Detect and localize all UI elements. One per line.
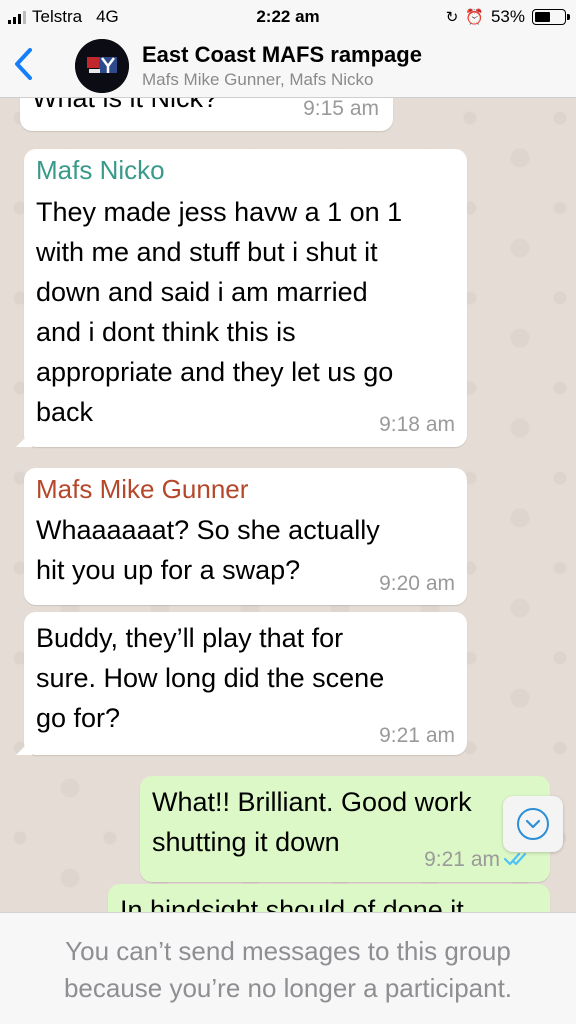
rotation-lock-icon: ↻ bbox=[445, 9, 459, 26]
message-bubble[interactable]: Buddy, they’ll play that for sure. How l… bbox=[24, 612, 467, 755]
double-check-read-icon bbox=[504, 852, 527, 866]
message-time: 9:21 am bbox=[379, 724, 455, 747]
message-bubble[interactable]: Mafs Mike Gunner Whaaaaaat? So she actua… bbox=[24, 468, 467, 605]
back-button[interactable] bbox=[8, 44, 42, 84]
message-time: 9:20 am bbox=[379, 572, 455, 595]
battery-percent: 53% bbox=[490, 7, 525, 26]
not-participant-notice: You can’t send messages to this group be… bbox=[63, 936, 513, 1003]
group-avatar[interactable] bbox=[75, 39, 129, 93]
chevron-left-icon bbox=[15, 48, 32, 80]
message-sender: Mafs Mike Gunner bbox=[36, 474, 249, 504]
status-right: ↻ ⏰ 53% bbox=[445, 7, 570, 27]
battery-fill bbox=[535, 12, 550, 22]
message-bubble-outgoing[interactable]: What!! Brilliant. Good work shutting it … bbox=[140, 776, 550, 882]
message-text: They made jess havw a 1 on 1 with me and… bbox=[36, 197, 403, 427]
message-text: In hindsight should of done it bbox=[120, 895, 464, 912]
group-title[interactable]: East Coast MAFS rampage bbox=[142, 42, 422, 68]
message-time: 9:18 am bbox=[379, 413, 455, 436]
message-bubble-outgoing[interactable]: In hindsight should of done it bbox=[108, 884, 550, 912]
group-members[interactable]: Mafs Mike Gunner, Mafs Nicko bbox=[142, 70, 373, 90]
message-time: 9:15 am bbox=[303, 98, 379, 120]
chat-header: East Coast MAFS rampage Mafs Mike Gunner… bbox=[0, 34, 576, 98]
message-text: What is it Nick? bbox=[32, 98, 219, 113]
alarm-icon: ⏰ bbox=[465, 9, 484, 26]
group-logo-image bbox=[75, 39, 129, 93]
status-bar: Telstra 4G 2:22 am ↻ ⏰ 53% bbox=[0, 0, 576, 34]
message-time: 9:21 am bbox=[424, 848, 500, 871]
chevron-down-circle-icon bbox=[517, 808, 549, 840]
message-sender: Mafs Nicko bbox=[36, 155, 165, 185]
message-text: Buddy, they’ll play that for sure. How l… bbox=[36, 623, 385, 733]
battery-icon bbox=[532, 9, 570, 25]
message-bubble[interactable]: Mafs Nicko They made jess havw a 1 on 1 … bbox=[24, 149, 467, 447]
chat-area[interactable]: What is it Nick? 9:15 am Mafs Nicko They… bbox=[0, 98, 576, 912]
message-text: Whaaaaaat? So she actually hit you up fo… bbox=[36, 515, 380, 585]
scroll-to-bottom-button[interactable] bbox=[503, 796, 563, 852]
message-bubble[interactable]: What is it Nick? 9:15 am bbox=[20, 98, 393, 131]
composer-disabled-footer: You can’t send messages to this group be… bbox=[0, 912, 576, 1024]
